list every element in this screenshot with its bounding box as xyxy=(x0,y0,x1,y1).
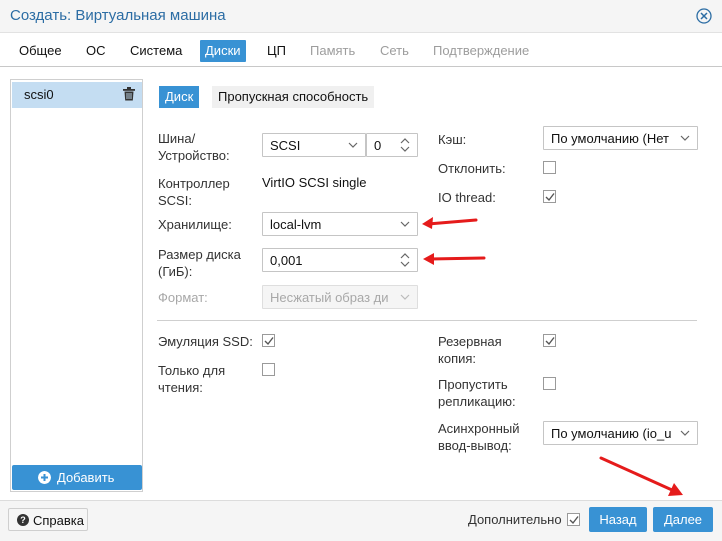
tab-memory: Память xyxy=(310,43,356,58)
controller-value: VirtIO SCSI single xyxy=(262,175,367,190)
checkmark-icon xyxy=(264,337,274,346)
help-icon: ? xyxy=(17,514,29,526)
backup-label: Резервная копия: xyxy=(438,334,502,366)
checkmark-icon xyxy=(545,193,555,202)
bus-select[interactable]: SCSI xyxy=(262,133,366,157)
disk-size-value: 0,001 xyxy=(270,253,303,268)
disk-list: scsi0 xyxy=(10,79,143,492)
annotation-arrow-icon xyxy=(599,456,683,496)
add-disk-button[interactable]: Добавить xyxy=(12,465,142,490)
skip-replication-label: Пропустить репликацию: xyxy=(438,377,516,409)
chevron-down-icon xyxy=(348,142,358,148)
back-button[interactable]: Назад xyxy=(589,507,647,532)
device-number-spinner[interactable]: 0 xyxy=(366,133,418,157)
skip-replication-checkbox[interactable] xyxy=(543,377,556,390)
tab-disks[interactable]: Диски xyxy=(200,40,246,62)
chevron-down-icon xyxy=(680,135,690,141)
tab-network: Сеть xyxy=(380,43,409,58)
readonly-checkbox[interactable] xyxy=(262,363,275,376)
tab-general[interactable]: Общее xyxy=(14,40,67,62)
disk-size-label: Размер диска (ГиБ): xyxy=(158,247,241,279)
async-io-select[interactable]: По умолчанию (io_u xyxy=(543,421,698,445)
advanced-checkbox[interactable] xyxy=(567,513,580,526)
annotation-arrow-icon xyxy=(423,253,486,265)
chevron-down-icon xyxy=(400,294,410,300)
checkmark-icon xyxy=(545,337,555,346)
spinner-arrows-icon[interactable] xyxy=(399,251,411,269)
help-button[interactable]: ? Справка xyxy=(8,508,88,531)
format-value: Несжатый образ ди xyxy=(270,290,389,305)
storage-select[interactable]: local-lvm xyxy=(262,212,418,236)
tab-confirm: Подтверждение xyxy=(433,43,530,58)
disk-list-item[interactable]: scsi0 xyxy=(12,82,142,108)
backup-checkbox[interactable] xyxy=(543,334,556,347)
format-label: Формат: xyxy=(158,290,208,305)
bus-device-label: Шина/ Устройство: xyxy=(158,131,230,163)
dialog-titlebar: Создать: Виртуальная машина xyxy=(0,0,722,33)
cache-label: Кэш: xyxy=(438,132,467,147)
iothread-checkbox[interactable] xyxy=(543,190,556,203)
subtab-disk[interactable]: Диск xyxy=(159,86,200,108)
format-select: Несжатый образ ди xyxy=(262,285,418,309)
device-value: 0 xyxy=(374,138,382,153)
ssd-checkbox[interactable] xyxy=(262,334,275,347)
tab-cpu[interactable]: ЦП xyxy=(262,40,291,62)
advanced-label: Дополнительно xyxy=(468,512,562,527)
close-icon[interactable] xyxy=(696,8,712,24)
cache-value: По умолчанию (Нет xyxy=(551,131,669,146)
annotation-arrow-icon xyxy=(422,217,478,229)
next-button[interactable]: Далее xyxy=(653,507,713,532)
chevron-down-icon xyxy=(400,221,410,227)
discard-label: Отклонить: xyxy=(438,161,506,176)
trash-icon[interactable] xyxy=(123,87,135,101)
help-label: Справка xyxy=(33,513,84,528)
subtab-bandwidth[interactable]: Пропускная способность xyxy=(212,86,375,108)
discard-checkbox[interactable] xyxy=(543,161,556,174)
storage-value: local-lvm xyxy=(270,217,322,232)
section-divider xyxy=(157,320,697,321)
bus-value: SCSI xyxy=(270,138,301,153)
readonly-label: Только для чтения: xyxy=(158,363,226,395)
disk-size-input[interactable]: 0,001 xyxy=(262,248,418,272)
chevron-down-icon xyxy=(680,430,690,436)
dialog-title: Создать: Виртуальная машина xyxy=(10,7,226,24)
storage-label: Хранилище: xyxy=(158,217,232,232)
async-io-label: Асинхронный ввод-вывод: xyxy=(438,421,520,453)
wizard-tabs: Общее ОС Система Диски ЦП Память Сеть По… xyxy=(0,33,722,67)
plus-circle-icon xyxy=(38,471,51,484)
add-disk-label: Добавить xyxy=(57,470,115,485)
controller-label: Контроллер SCSI: xyxy=(158,176,230,208)
ssd-label: Эмуляция SSD: xyxy=(158,334,253,349)
spinner-arrows-icon[interactable] xyxy=(399,136,411,154)
disk-item-label: scsi0 xyxy=(24,87,54,102)
tab-os[interactable]: ОС xyxy=(81,40,111,62)
iothread-label: IO thread: xyxy=(438,190,496,205)
async-io-value: По умолчанию (io_u xyxy=(551,426,672,441)
checkmark-icon xyxy=(569,516,579,525)
tab-system[interactable]: Система xyxy=(125,40,187,62)
cache-select[interactable]: По умолчанию (Нет xyxy=(543,126,698,150)
